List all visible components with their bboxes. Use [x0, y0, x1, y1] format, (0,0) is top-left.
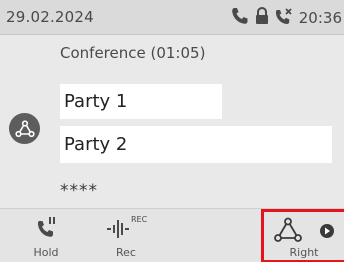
- party-2-name: Party 2: [64, 134, 128, 155]
- status-bar: 29.02.2024 20:36: [0, 0, 344, 35]
- conference-icon: [274, 217, 302, 242]
- party-1-name: Party 1: [64, 91, 128, 112]
- party-1[interactable]: Party 1: [60, 84, 222, 119]
- missed-call-icon: [274, 7, 294, 29]
- masked-number: ****: [60, 181, 98, 201]
- status-icons: 20:36: [230, 6, 342, 29]
- status-date: 29.02.2024: [6, 8, 94, 26]
- hold-button[interactable]: Hold: [16, 209, 76, 262]
- status-time: 20:36: [298, 9, 342, 27]
- play-icon: [320, 224, 334, 238]
- phone-screen: 29.02.2024 20:36 Conference (01:05) Part…: [0, 0, 344, 262]
- call-title: Conference (01:05): [60, 44, 206, 62]
- party-2[interactable]: Party 2: [60, 126, 332, 163]
- hold-label: Hold: [33, 246, 59, 259]
- rec-icon-text: REC: [131, 215, 148, 224]
- rec-label: Rec: [116, 246, 136, 259]
- rec-button[interactable]: REC Rec: [86, 209, 166, 262]
- softkey-bar: Hold REC Rec Right: [0, 208, 344, 262]
- right-button[interactable]: Right: [261, 209, 344, 262]
- right-label: Right: [289, 246, 319, 259]
- phone-icon: [230, 7, 250, 29]
- conference-icon: [9, 113, 40, 144]
- lock-icon: [254, 6, 270, 29]
- hold-icon: [37, 217, 55, 237]
